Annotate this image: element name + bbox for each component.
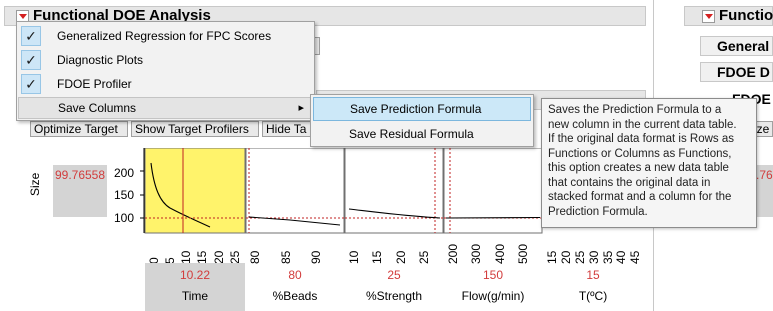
right-outline-item-fdoe-d[interactable]: FDOE D (700, 62, 773, 82)
x-tick-label: 20 (211, 250, 226, 264)
factor-value-temp[interactable]: 15 (543, 268, 643, 282)
response-value: 99.76558 (53, 165, 107, 217)
save-columns-submenu: Save Prediction Formula Save Residual Fo… (310, 94, 534, 147)
x-tick-label: 85 (278, 250, 293, 264)
check-icon: ✓ (21, 50, 41, 70)
menu-item-save-residual-formula[interactable]: Save Residual Formula (311, 122, 533, 146)
tooltip-line: new column in the current data table. (548, 118, 737, 131)
response-label: Size (28, 172, 42, 196)
x-tick-label: 30 (586, 250, 601, 264)
y-tick-label: 150 (114, 188, 135, 202)
y-tick-label: 100 (114, 211, 135, 225)
menu-item-generalized-regression[interactable]: ✓ Generalized Regression for FPC Scores (17, 24, 314, 48)
check-icon: ✓ (21, 26, 41, 46)
x-tick-label: 10 (179, 250, 194, 264)
menu-item-label: Save Columns (58, 101, 137, 115)
factor-name-strength: %Strength (365, 289, 423, 303)
optimize-target-button[interactable]: Optimize Target (30, 121, 128, 137)
x-tick-label: 25 (227, 250, 242, 264)
right-outline-item-general[interactable]: General (700, 36, 773, 56)
x-tick-label: 40 (614, 250, 629, 264)
right-outline-menu-button[interactable] (702, 10, 715, 23)
right-outline-title: Functio (719, 7, 773, 24)
x-tick-label: 20 (393, 250, 408, 264)
factor-value-beads[interactable]: 80 (246, 268, 344, 282)
y-tick-label: 200 (114, 166, 135, 180)
right-response-value: .767 (756, 165, 773, 217)
x-tick-label: 15 (545, 250, 559, 264)
tooltip-line: If the original data format is Rows as (548, 133, 734, 145)
factor-value-time[interactable]: 10.22 (145, 268, 245, 282)
tooltip-line: Prediction Formula. (548, 205, 648, 218)
factor-name-time: Time (181, 289, 209, 303)
factor-value-flow[interactable]: 150 (444, 268, 542, 282)
check-icon: ✓ (21, 74, 41, 94)
flow-curve (445, 216, 541, 219)
options-menu: ✓ Generalized Regression for FPC Scores … (16, 21, 315, 121)
menu-item-save-prediction-formula[interactable]: Save Prediction Formula (313, 97, 531, 121)
x-tick-label: 20 (558, 250, 573, 264)
x-tick-label: 45 (628, 250, 643, 264)
strength-panel (344, 148, 444, 234)
x-tick-label: 35 (600, 250, 615, 264)
show-target-profilers-button[interactable]: Show Target Profilers (131, 121, 259, 137)
x-tick-label: 500 (516, 243, 530, 264)
factor-value-strength[interactable]: 25 (345, 268, 443, 282)
hide-target-button[interactable]: Hide Ta (262, 121, 312, 137)
menu-item-fdoe-profiler[interactable]: ✓ FDOE Profiler (17, 72, 314, 96)
menu-item-label: Diagnostic Plots (57, 53, 144, 67)
submenu-arrow-icon: ▸ (298, 102, 304, 114)
menu-item-label: FDOE Profiler (57, 77, 132, 91)
menu-item-save-columns[interactable]: Save Columns ▸ (18, 97, 313, 119)
tooltip-line: this option creates a new data table (548, 162, 729, 174)
tooltip-line: Saves the Prediction Formula to a (548, 104, 722, 116)
tooltip-line: that contains the original data in (548, 176, 711, 189)
tooltip-line: stacked format and a column for the (548, 191, 732, 203)
x-tick-label: 15 (195, 250, 210, 264)
factor-name-temp: T(ºC) (578, 289, 608, 303)
tooltip-line: Functions or Columns as Functions, (548, 147, 732, 160)
flow-panel (443, 148, 543, 234)
x-tick-label: 80 (248, 250, 262, 264)
x-tick-label: 10 (347, 250, 361, 264)
x-tick-label: 15 (370, 250, 385, 264)
x-tick-label: 90 (309, 250, 324, 264)
menu-item-label: Generalized Regression for FPC Scores (57, 29, 272, 43)
save-prediction-tooltip: Saves the Prediction Formula to a new co… (541, 98, 757, 228)
x-tick-label: 25 (417, 250, 431, 264)
menu-item-label: Save Prediction Formula (350, 102, 482, 116)
x-tick-label: 300 (469, 243, 484, 264)
x-tick-label: 200 (446, 243, 460, 264)
factor-name-flow: Flow(g/min) (461, 289, 525, 303)
menu-item-diagnostic-plots[interactable]: ✓ Diagnostic Plots (17, 48, 314, 72)
menu-item-label: Save Residual Formula (349, 127, 474, 141)
x-tick-label: 400 (492, 243, 507, 264)
x-tick-label: 25 (572, 250, 587, 264)
factor-name-beads: %Beads (272, 289, 318, 303)
